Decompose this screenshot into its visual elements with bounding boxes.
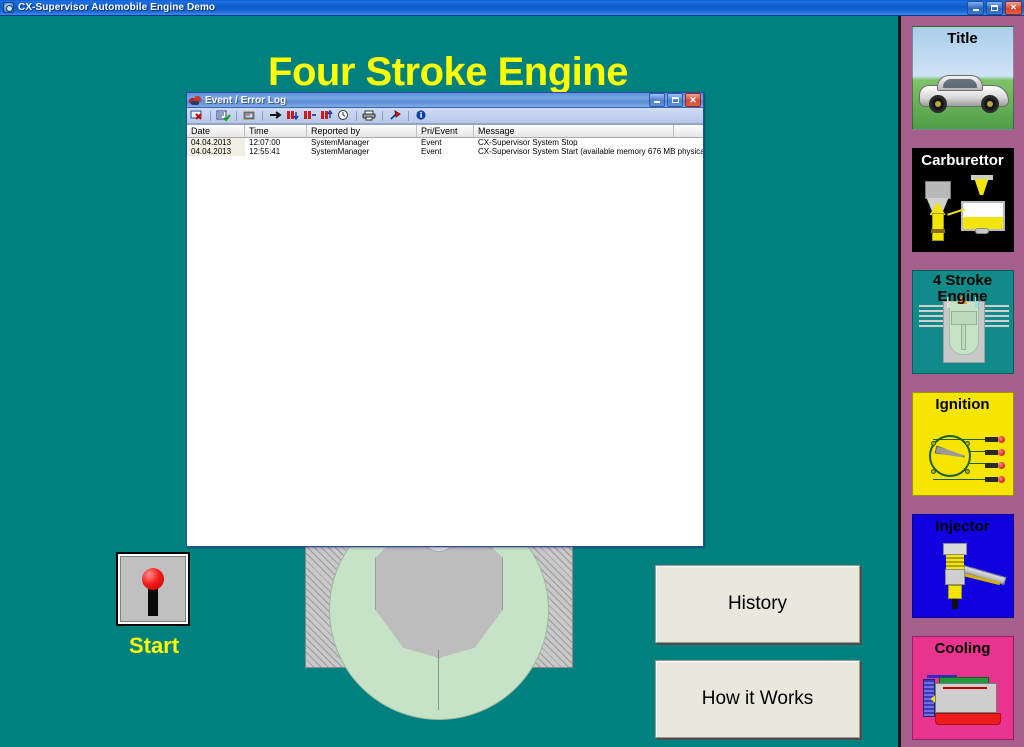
app-restore-button[interactable] [986,1,1003,15]
filter-log-icon[interactable] [216,109,231,122]
app-globe-icon [3,2,14,13]
toolbar-separator [408,111,409,121]
sidebar-item-injector[interactable]: Injector [912,514,1014,618]
sidebar-item-four-stroke-label: 4 Stroke [913,273,1013,288]
log-toolbar [187,108,703,124]
log-column-headers: Date Time Reported by Pri/Event Message [187,125,703,138]
log-restore-button[interactable] [667,93,683,107]
cell-date: 04.04.2013 [187,147,245,156]
goto-icon[interactable] [268,109,283,122]
app-window-controls: ✕ [967,1,1022,15]
sidebar-item-carburettor-label: Carburettor [913,153,1013,168]
cell-reported-by: SystemManager [307,147,417,156]
toolbar-separator [236,111,237,121]
navigation-sidebar: Title Carburettor [898,16,1024,747]
log-window-title: Event / Error Log [205,95,286,106]
start-label: Start [116,633,192,659]
sidebar-item-injector-label: Injector [913,519,1013,534]
application-root: CX-Supervisor Automobile Engine Demo ✕ F… [0,0,1024,747]
column-header-filler [674,125,703,137]
sidebar-item-ignition[interactable]: Ignition [912,392,1014,496]
sidebar-item-cooling[interactable]: Cooling [912,636,1014,740]
close-icon: ✕ [689,96,697,105]
sidebar-item-title-label: Title [913,31,1013,46]
pin-icon[interactable] [388,109,403,122]
sidebar-item-ignition-label: Ignition [913,397,1013,412]
column-header-message[interactable]: Message [474,125,674,137]
sort-ascending-icon[interactable] [319,109,334,122]
start-control: Start [116,552,192,659]
cell-time: 12:55:41 [245,147,307,156]
cell-message: CX-Supervisor System Stop [474,138,703,147]
start-button[interactable] [116,552,190,626]
cell-time: 12:07:00 [245,138,307,147]
column-header-reported-by[interactable]: Reported by [307,125,417,137]
app-title: CX-Supervisor Automobile Engine Demo [18,2,215,13]
event-log-grid[interactable]: Date Time Reported by Pri/Event Message … [187,124,703,546]
event-log-icon [189,95,201,106]
close-icon: ✕ [1010,4,1017,12]
toolbar-separator [356,111,357,121]
cell-message: CX-Supervisor System Start (available me… [474,147,703,156]
block-seam [438,650,439,710]
toolbar-separator [210,111,211,121]
table-row[interactable]: 04.04.2013 12:55:41 SystemManager Event … [187,147,703,156]
column-header-time[interactable]: Time [245,125,307,137]
sidebar-item-carburettor[interactable]: Carburettor [912,148,1014,252]
table-row[interactable]: 04.04.2013 12:07:00 SystemManager Event … [187,138,703,147]
page-title: Four Stroke Engine [0,50,896,95]
app-close-button[interactable]: ✕ [1005,1,1022,15]
log-minimize-button[interactable] [649,93,665,107]
history-button[interactable]: History [655,565,860,643]
log-window-controls: ✕ [649,93,703,107]
open-log-icon[interactable] [242,109,257,122]
time-range-icon[interactable] [336,109,351,122]
app-titlebar: CX-Supervisor Automobile Engine Demo ✕ [0,0,1024,16]
toolbar-separator [262,111,263,121]
cell-reported-by: SystemManager [307,138,417,147]
toolbar-separator [382,111,383,121]
log-close-button[interactable]: ✕ [685,93,701,107]
sidebar-item-four-stroke-label2: Engine [913,289,1013,304]
cell-date: 04.04.2013 [187,138,245,147]
clear-log-icon[interactable] [190,109,205,122]
log-titlebar[interactable]: Event / Error Log ✕ [187,93,703,108]
how-it-works-button[interactable]: How it Works [655,660,860,738]
remove-sort-icon[interactable] [302,109,317,122]
print-icon[interactable] [362,109,377,122]
info-icon[interactable] [414,109,429,122]
column-header-pri-event[interactable]: Pri/Event [417,125,474,137]
sidebar-item-cooling-label: Cooling [913,641,1013,656]
sidebar-item-four-stroke-engine[interactable]: 4 Stroke Engine [912,270,1014,374]
sort-descending-icon[interactable] [285,109,300,122]
lever-knob-icon [142,568,164,590]
cell-pri-event: Event [417,147,474,156]
event-error-log-window: Event / Error Log ✕ [186,92,704,547]
column-header-date[interactable]: Date [187,125,245,137]
cell-pri-event: Event [417,138,474,147]
sidebar-item-title[interactable]: Title [912,26,1014,130]
app-minimize-button[interactable] [967,1,984,15]
